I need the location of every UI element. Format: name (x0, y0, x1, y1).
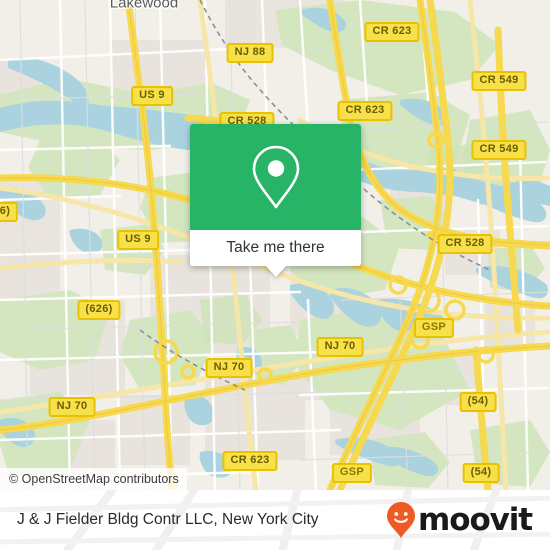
osm-attribution[interactable]: © OpenStreetMap contributors (0, 468, 187, 490)
popup-pointer-tail (264, 265, 287, 277)
route-shield-cr549[interactable]: CR 549 (471, 71, 527, 91)
route-shield-6[interactable]: (6) (0, 202, 19, 222)
route-shield-cr549[interactable]: CR 549 (471, 140, 527, 160)
location-title: J & J Fielder Bldg Contr LLC, New York C… (17, 511, 319, 528)
route-shield-us9[interactable]: US 9 (131, 86, 173, 106)
map-pin-icon (252, 145, 299, 209)
take-me-there-label: Take me there (226, 239, 325, 256)
route-shield-nj70[interactable]: NJ 70 (48, 397, 96, 417)
route-shield-nj70[interactable]: NJ 70 (205, 358, 253, 378)
route-shield-54[interactable]: (54) (462, 463, 500, 483)
route-shield-cr623[interactable]: CR 623 (364, 22, 420, 42)
map-screenshot-page: .land { fill:#f2efe9; } .green { fill:#d… (0, 0, 550, 550)
route-shield-us9[interactable]: US 9 (117, 230, 159, 250)
moovit-wordmark: moovit (418, 501, 533, 538)
route-shield-nj70[interactable]: NJ 70 (316, 337, 364, 357)
map-place-label: Lakewood (109, 0, 179, 12)
route-shield-cr623[interactable]: CR 623 (337, 101, 393, 121)
route-shield-gsp[interactable]: GSP (413, 318, 455, 338)
route-shield-cr623[interactable]: CR 623 (222, 451, 278, 471)
route-shield-nj88[interactable]: NJ 88 (226, 43, 274, 63)
moovit-smiley-pin-icon (387, 502, 416, 538)
moovit-logo[interactable]: moovit (386, 501, 533, 539)
route-shield-cr528[interactable]: CR 528 (437, 234, 493, 254)
route-shield-626[interactable]: (626) (77, 300, 121, 320)
popup-image-panel (190, 124, 361, 230)
take-me-there-button[interactable]: Take me there (190, 230, 361, 266)
map-canvas[interactable]: .land { fill:#f2efe9; } .green { fill:#d… (0, 0, 550, 490)
location-popup-card[interactable]: Take me there (190, 124, 361, 277)
footer-bar: J & J Fielder Bldg Contr LLC, New York C… (0, 490, 550, 550)
route-shield-gsp[interactable]: GSP (331, 463, 373, 483)
route-shield-54[interactable]: (54) (459, 392, 497, 412)
